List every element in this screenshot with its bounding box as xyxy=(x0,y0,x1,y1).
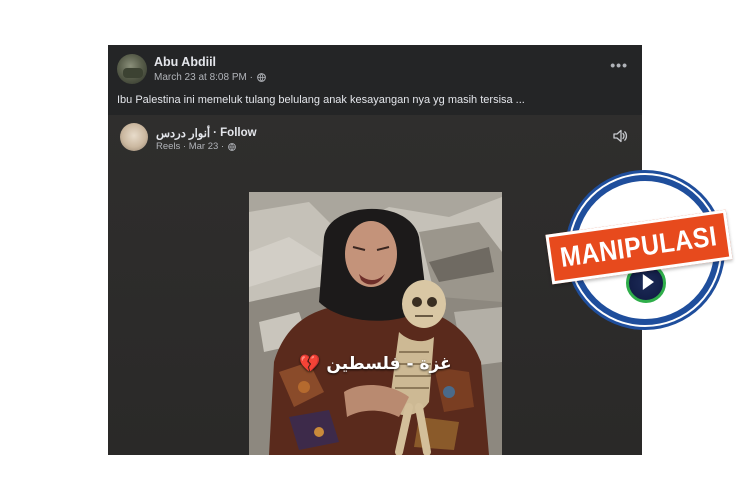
manipulasi-stamp: MANIPULASI xyxy=(545,170,738,332)
post-meta: March 23 at 8:08 PM · xyxy=(154,72,266,83)
author-name[interactable]: Abu Abdiil xyxy=(154,55,216,69)
post-timestamp[interactable]: March 23 at 8:08 PM · xyxy=(154,72,253,83)
reel-author-name[interactable]: أنوار دردس xyxy=(156,126,210,140)
follow-button[interactable]: · Follow xyxy=(213,127,256,139)
reel-video[interactable]: 💔 غزة - فلسطين xyxy=(249,192,502,455)
post-header: Abu Abdiil March 23 at 8:08 PM · ••• Ibu… xyxy=(108,45,642,125)
post-caption: Ibu Palestina ini memeluk tulang belulan… xyxy=(117,94,525,106)
reel-meta-text: Reels · Mar 23 · xyxy=(156,141,225,152)
globe-icon xyxy=(257,73,266,82)
author-avatar[interactable] xyxy=(117,54,147,84)
reel-meta: Reels · Mar 23 · xyxy=(156,141,236,152)
speaker-icon[interactable] xyxy=(612,128,628,144)
more-options-icon[interactable]: ••• xyxy=(610,58,628,72)
video-frame-image xyxy=(249,192,502,455)
globe-icon xyxy=(228,142,236,151)
reel-author-row: أنوار دردس · Follow xyxy=(156,126,257,140)
reel-author-avatar[interactable] xyxy=(120,123,148,151)
reel-overlay-text: 💔 غزة - فلسطين xyxy=(299,354,452,374)
